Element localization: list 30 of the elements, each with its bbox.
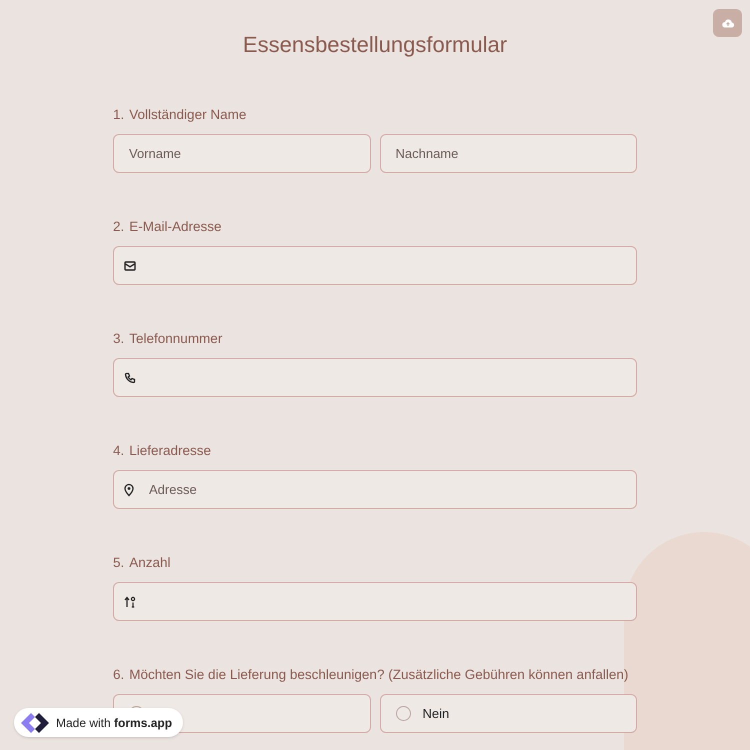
question-label: E-Mail-Adresse [129,218,222,236]
question-number: 1. [113,106,124,124]
question-number: 3. [113,330,124,348]
email-field[interactable] [113,246,637,285]
phone-field[interactable] [113,358,637,397]
logo-icon [20,712,50,734]
form-title: Essensbestellungsformular [242,31,508,59]
badge-text: Made with forms.app [56,714,172,732]
phone-icon [124,372,136,384]
question-label: Möchten Sie die Lieferung beschleunigen? (Zusätzliche Gebühren können anfallen) [129,666,628,684]
radio-button[interactable] [396,706,410,721]
envelope-icon [124,260,136,270]
cloud-upload-button[interactable] [713,9,742,37]
radio-option[interactable]: Nein [380,694,637,733]
cloud-upload-icon [722,18,734,28]
text-field[interactable]: Nachname [380,134,637,173]
text-field[interactable]: Vorname [113,134,370,173]
question-label: Anzahl [129,554,171,572]
question-number: 5. [113,554,124,572]
question-number: 2. [113,218,124,236]
number-field[interactable] [113,582,637,621]
address-field[interactable]: Adresse [113,470,637,509]
map-pin-icon [124,483,134,496]
question-label: Vollständiger Name [129,106,246,124]
sort-numbers-icon [124,596,136,608]
made-with-toast[interactable]: Made with forms.app [14,708,184,737]
question-number: 4. [113,442,124,460]
question-label: Telefonnummer [129,330,222,348]
question-number: 6. [113,666,124,684]
question-label: Lieferadresse [129,442,212,460]
